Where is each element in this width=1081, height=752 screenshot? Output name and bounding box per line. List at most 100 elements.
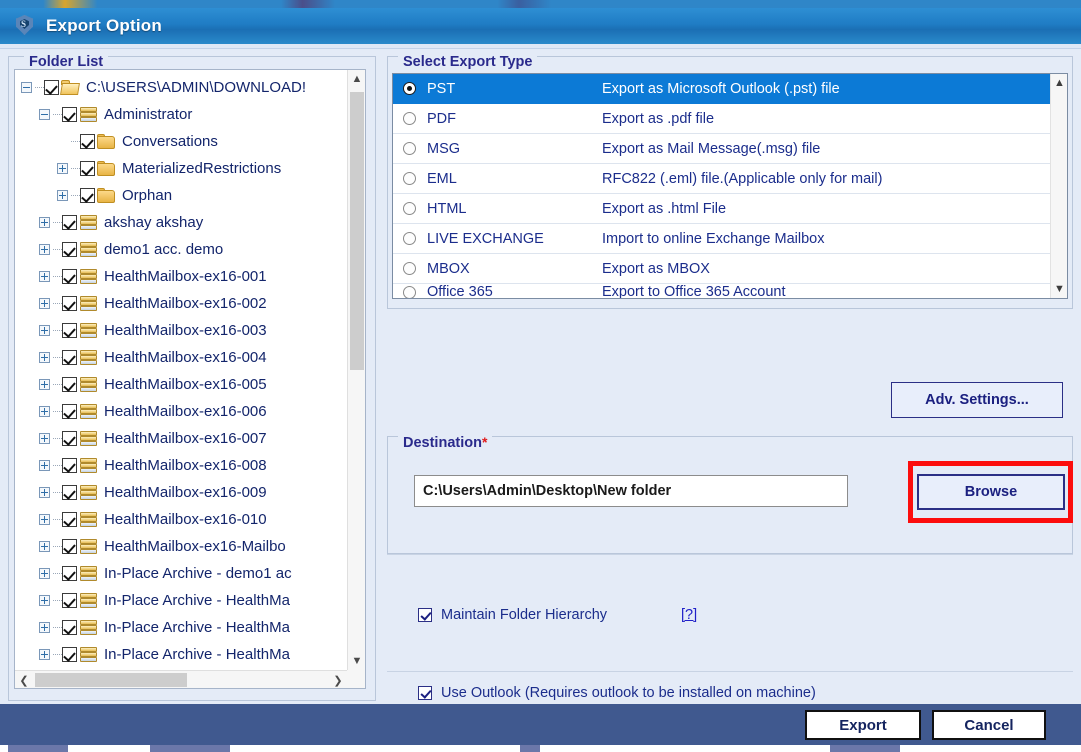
expand-icon[interactable] xyxy=(57,163,68,174)
folder-tree-item[interactable]: HealthMailbox-ex16-003 xyxy=(15,317,347,344)
folder-checkbox[interactable] xyxy=(62,350,77,365)
folder-checkbox[interactable] xyxy=(80,134,95,149)
folder-tree-item[interactable]: Orphan xyxy=(15,182,347,209)
folder-tree-item[interactable]: MaterializedRestrictions xyxy=(15,155,347,182)
export-type-radio[interactable] xyxy=(403,286,416,298)
expand-icon[interactable] xyxy=(39,325,50,336)
export-type-option[interactable]: MBOXExport as MBOX xyxy=(393,254,1050,284)
cancel-button[interactable]: Cancel xyxy=(932,710,1046,740)
export-scroll-down-icon[interactable]: ▼ xyxy=(1051,280,1068,298)
use-outlook-checkbox[interactable] xyxy=(418,686,432,700)
folder-checkbox[interactable] xyxy=(44,80,59,95)
folder-checkbox[interactable] xyxy=(62,242,77,257)
export-type-radio[interactable] xyxy=(403,142,416,155)
folder-checkbox[interactable] xyxy=(62,323,77,338)
folder-checkbox[interactable] xyxy=(62,539,77,554)
expand-icon[interactable] xyxy=(39,379,50,390)
scroll-left-icon[interactable]: ❮ xyxy=(15,671,33,689)
export-scroll-up-icon[interactable]: ▲ xyxy=(1051,74,1068,92)
folder-checkbox[interactable] xyxy=(62,566,77,581)
folder-tree-item[interactable]: HealthMailbox-ex16-008 xyxy=(15,452,347,479)
collapse-icon[interactable] xyxy=(39,109,50,120)
hierarchy-help-link[interactable]: [?] xyxy=(681,607,697,623)
folder-tree-item[interactable]: HealthMailbox-ex16-007 xyxy=(15,425,347,452)
expand-icon[interactable] xyxy=(39,595,50,606)
expand-icon[interactable] xyxy=(39,406,50,417)
folder-checkbox[interactable] xyxy=(62,377,77,392)
scroll-right-icon[interactable]: ❯ xyxy=(329,671,347,689)
expand-icon[interactable] xyxy=(39,487,50,498)
export-type-radio[interactable] xyxy=(403,112,416,125)
folder-checkbox[interactable] xyxy=(62,512,77,527)
folder-tree-item[interactable]: HealthMailbox-ex16-004 xyxy=(15,344,347,371)
maintain-hierarchy-option[interactable]: Maintain Folder Hierarchy xyxy=(418,607,607,623)
expand-icon[interactable] xyxy=(39,352,50,363)
scroll-down-icon[interactable]: ▼ xyxy=(348,652,366,670)
folder-tree-item[interactable]: HealthMailbox-ex16-006 xyxy=(15,398,347,425)
folder-checkbox[interactable] xyxy=(62,593,77,608)
export-type-option[interactable]: HTMLExport as .html File xyxy=(393,194,1050,224)
adv-settings-button[interactable]: Adv. Settings... xyxy=(891,382,1063,418)
export-type-option[interactable]: PSTExport as Microsoft Outlook (.pst) fi… xyxy=(393,74,1050,104)
folder-tree-item[interactable]: Administrator xyxy=(15,101,347,128)
expand-icon[interactable] xyxy=(39,568,50,579)
folder-tree-item[interactable]: demo1 acc. demo xyxy=(15,236,347,263)
browse-button[interactable]: Browse xyxy=(917,474,1065,510)
folder-tree-item[interactable]: In-Place Archive - demo1 ac xyxy=(15,560,347,587)
folder-tree-item[interactable]: HealthMailbox-ex16-001 xyxy=(15,263,347,290)
destination-path-input[interactable] xyxy=(414,475,848,507)
folder-tree-item[interactable]: akshay akshay xyxy=(15,209,347,236)
folder-checkbox[interactable] xyxy=(62,269,77,284)
folder-tree-horizontal-scrollbar[interactable]: ❮ ❯ xyxy=(15,670,347,688)
folder-checkbox[interactable] xyxy=(62,620,77,635)
expand-icon[interactable] xyxy=(39,649,50,660)
folder-checkbox[interactable] xyxy=(80,161,95,176)
expand-icon[interactable] xyxy=(39,217,50,228)
export-type-list[interactable]: PSTExport as Microsoft Outlook (.pst) fi… xyxy=(393,74,1050,298)
folder-tree-item[interactable]: In-Place Archive - HealthMa xyxy=(15,587,347,614)
folder-tree-item[interactable]: HealthMailbox-ex16-009 xyxy=(15,479,347,506)
export-type-option[interactable]: Office 365Export to Office 365 Account xyxy=(393,284,1050,298)
export-type-option[interactable]: MSGExport as Mail Message(.msg) file xyxy=(393,134,1050,164)
folder-checkbox[interactable] xyxy=(62,296,77,311)
maintain-hierarchy-checkbox[interactable] xyxy=(418,608,432,622)
expand-icon[interactable] xyxy=(39,244,50,255)
folder-tree-item[interactable]: In-Place Archive - HealthMa xyxy=(15,641,347,668)
folder-tree-item[interactable]: In-Place Archive - HealthMa xyxy=(15,614,347,641)
export-type-option[interactable]: LIVE EXCHANGEImport to online Exchange M… xyxy=(393,224,1050,254)
folder-checkbox[interactable] xyxy=(62,458,77,473)
folder-checkbox[interactable] xyxy=(80,188,95,203)
folder-tree-item[interactable]: C:\USERS\ADMIN\DOWNLOAD! xyxy=(15,74,347,101)
export-type-option[interactable]: PDFExport as .pdf file xyxy=(393,104,1050,134)
export-type-radio[interactable] xyxy=(403,172,416,185)
folder-checkbox[interactable] xyxy=(62,107,77,122)
folder-checkbox[interactable] xyxy=(62,215,77,230)
folder-tree-vertical-scrollbar[interactable]: ▲ ▼ xyxy=(347,70,365,670)
expand-icon[interactable] xyxy=(39,541,50,552)
folder-checkbox[interactable] xyxy=(62,431,77,446)
expand-icon[interactable] xyxy=(39,271,50,282)
folder-tree-item[interactable]: HealthMailbox-ex16-Mailbo xyxy=(15,533,347,560)
folder-tree-item[interactable]: HealthMailbox-ex16-002 xyxy=(15,290,347,317)
export-type-radio[interactable] xyxy=(403,232,416,245)
scroll-up-icon[interactable]: ▲ xyxy=(348,70,366,88)
export-type-radio[interactable] xyxy=(403,202,416,215)
folder-tree-item[interactable]: Conversations xyxy=(15,128,347,155)
folder-tree-item[interactable]: HealthMailbox-ex16-010 xyxy=(15,506,347,533)
export-type-radio[interactable] xyxy=(403,262,416,275)
export-type-option[interactable]: EMLRFC822 (.eml) file.(Applicable only f… xyxy=(393,164,1050,194)
export-type-vertical-scrollbar[interactable]: ▲ ▼ xyxy=(1050,74,1067,298)
expand-icon[interactable] xyxy=(57,190,68,201)
use-outlook-option[interactable]: Use Outlook (Requires outlook to be inst… xyxy=(418,685,816,701)
folder-checkbox[interactable] xyxy=(62,647,77,662)
folder-checkbox[interactable] xyxy=(62,404,77,419)
expand-icon[interactable] xyxy=(39,622,50,633)
folder-checkbox[interactable] xyxy=(62,485,77,500)
horizontal-scroll-thumb[interactable] xyxy=(35,673,187,687)
expand-icon[interactable] xyxy=(39,298,50,309)
folder-tree[interactable]: C:\USERS\ADMIN\DOWNLOAD!AdministratorCon… xyxy=(15,70,347,668)
expand-icon[interactable] xyxy=(39,460,50,471)
collapse-icon[interactable] xyxy=(21,82,32,93)
folder-tree-item[interactable]: HealthMailbox-ex16-005 xyxy=(15,371,347,398)
expand-icon[interactable] xyxy=(39,514,50,525)
